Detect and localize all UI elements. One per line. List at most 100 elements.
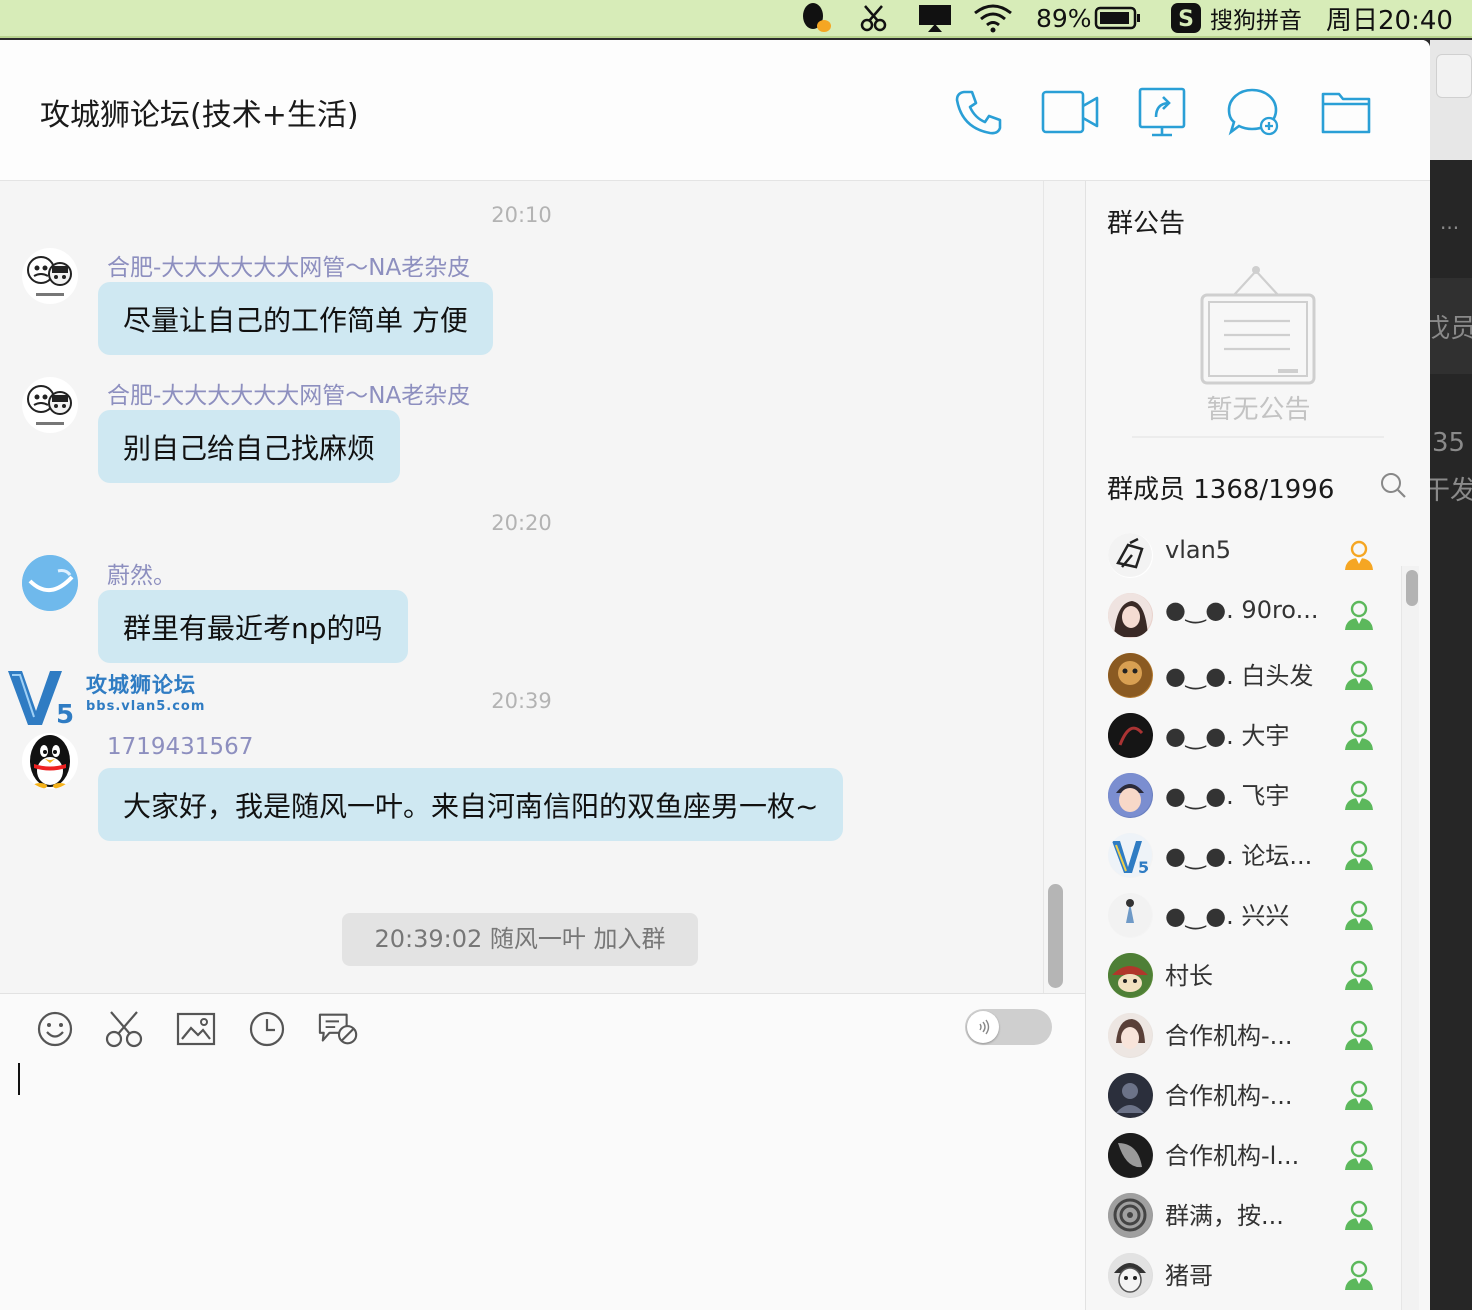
member-item[interactable]: ●‿●. 飞宇 — [1086, 766, 1430, 826]
member-item[interactable]: ●‿●. 90ro... — [1086, 586, 1430, 646]
qq-default-avatar[interactable] — [22, 733, 78, 789]
member-avatar[interactable] — [1108, 1253, 1153, 1298]
member-item[interactable]: 合作机构-l... — [1086, 1126, 1430, 1186]
background-window-titlebar — [1430, 40, 1472, 160]
ime-label[interactable]: 搜狗拼音 — [1210, 0, 1302, 36]
members-title: 群成员 1368/1996 — [1107, 475, 1335, 505]
group-files-button[interactable] — [1316, 86, 1376, 138]
member-avatar[interactable] — [1108, 593, 1153, 638]
phone-call-button[interactable] — [948, 86, 1008, 138]
member-icon — [1342, 958, 1376, 992]
qq-penguin-icon[interactable] — [798, 0, 832, 36]
member-avatar[interactable] — [1108, 1013, 1153, 1058]
member-item[interactable]: vlan5 — [1086, 526, 1430, 586]
message-bubble[interactable]: 别自己给自己找麻烦 — [98, 410, 401, 483]
message-bubble[interactable]: 大家好，我是随风一叶。来自河南信阳的双鱼座男一枚~ — [98, 768, 844, 841]
member-item[interactable]: 猪哥 — [1086, 1246, 1430, 1306]
video-call-button[interactable] — [1040, 86, 1100, 138]
message-block-icon — [318, 1013, 358, 1045]
member-name: 合作机构-l... — [1165, 1142, 1300, 1170]
message-scrollbar-thumb[interactable] — [1048, 884, 1063, 988]
notice-board-icon — [1200, 265, 1316, 385]
member-avatar[interactable] — [1108, 713, 1153, 758]
menubar-clock[interactable]: 周日20:40 — [1326, 0, 1453, 36]
background-window: ... 戊员 35 干发 — [1424, 40, 1472, 1310]
history-button[interactable] — [246, 1008, 288, 1050]
member-name: vlan5 — [1165, 536, 1232, 564]
message-bubble[interactable]: 群里有最近考np的吗 — [98, 590, 408, 663]
member-avatar[interactable] — [1108, 1073, 1153, 1118]
sender-name[interactable]: 合肥-大大大大大大网管～NA老杂皮 — [107, 248, 470, 282]
menu-bar: 89% S 搜狗拼音 周日20:40 — [0, 0, 1472, 38]
member-name: 合作机构-... — [1165, 1082, 1293, 1110]
member-item[interactable]: ●‿●. 白头发 — [1086, 646, 1430, 706]
member-search-button[interactable] — [1379, 471, 1407, 499]
timestamp: 20:20 — [491, 511, 552, 535]
member-item[interactable]: 群满，按... — [1086, 1186, 1430, 1246]
member-icon — [1342, 1138, 1376, 1172]
no-notice-text: 暂无公告 — [1206, 395, 1311, 425]
sender-name[interactable]: 1719431567 — [107, 734, 253, 760]
message-list[interactable]: 20:10 合肥-大大大大大大网管～NA老杂皮 尽量让自己的工作简单 方便 合肥… — [0, 181, 1043, 993]
emoji-button[interactable] — [34, 1008, 76, 1050]
member-icon — [1342, 1018, 1376, 1052]
chat-header: 攻城狮论坛(技术+生活) — [0, 40, 1430, 181]
member-item[interactable]: 合作机构-... — [1086, 1066, 1430, 1126]
notice-title: 群公告 — [1107, 209, 1186, 239]
chat-plus-icon — [1227, 88, 1279, 136]
background-window-text: ... — [1440, 210, 1460, 234]
member-avatar[interactable] — [1108, 653, 1153, 698]
member-item[interactable]: 合作机构-... — [1086, 1006, 1430, 1066]
screenshot-button[interactable] — [103, 1008, 145, 1050]
group-side-panel: 群公告 暂无公告 群成员 1368/1996 vlan5 ●‿●. 90ro..… — [1085, 181, 1430, 1310]
member-name: ●‿●. 90ro... — [1165, 596, 1319, 624]
video-icon — [1041, 90, 1099, 134]
member-list-scrollbar[interactable] — [1401, 566, 1419, 1310]
image-icon — [176, 1012, 216, 1046]
member-avatar[interactable]: 5 — [1108, 833, 1153, 878]
voice-toggle-knob[interactable] — [967, 1011, 999, 1043]
member-icon — [1342, 1258, 1376, 1292]
avatar[interactable] — [22, 377, 78, 433]
member-avatar[interactable] — [1108, 953, 1153, 998]
sender-name[interactable]: 合肥-大大大大大大网管～NA老杂皮 — [107, 376, 470, 410]
member-list-scrollbar-thumb[interactable] — [1406, 570, 1418, 606]
block-messages-button[interactable] — [318, 1008, 360, 1050]
member-avatar[interactable] — [1108, 1193, 1153, 1238]
background-window-button[interactable] — [1436, 54, 1472, 98]
scissors-icon[interactable] — [858, 0, 890, 36]
airplay-icon[interactable] — [916, 0, 954, 36]
start-discussion-button[interactable] — [1224, 86, 1284, 138]
battery-icon[interactable] — [1094, 0, 1142, 36]
wifi-icon[interactable] — [972, 0, 1014, 36]
screen-share-icon — [1138, 87, 1186, 137]
avatar[interactable] — [22, 555, 78, 611]
text-input-caret[interactable] — [18, 1063, 20, 1095]
background-window-text: 戊员 — [1424, 314, 1472, 344]
member-item[interactable]: 5 ●‿●. 论坛... — [1086, 826, 1430, 886]
svg-text:S: S — [1178, 7, 1194, 32]
screen-share-button[interactable] — [1132, 86, 1192, 138]
member-icon — [1342, 598, 1376, 632]
timestamp: 20:10 — [491, 203, 552, 227]
member-avatar[interactable] — [1108, 533, 1153, 578]
member-name: ●‿●. 大宇 — [1165, 722, 1290, 750]
member-avatar[interactable] — [1108, 893, 1153, 938]
avatar[interactable] — [22, 248, 78, 304]
member-item[interactable]: ●‿●. 大宇 — [1086, 706, 1430, 766]
owner-icon — [1342, 538, 1376, 572]
image-button[interactable] — [175, 1008, 217, 1050]
member-avatar[interactable] — [1108, 1133, 1153, 1178]
voice-toggle[interactable] — [965, 1009, 1052, 1045]
member-avatar[interactable] — [1108, 773, 1153, 818]
member-item[interactable]: ●‿●. 兴兴 — [1086, 886, 1430, 946]
member-icon — [1342, 838, 1376, 872]
message-scrollbar[interactable] — [1043, 181, 1085, 993]
sender-name[interactable]: 蔚然。 — [107, 556, 176, 590]
message-bubble[interactable]: 尽量让自己的工作简单 方便 — [98, 282, 493, 355]
sogou-ime-icon[interactable]: S — [1170, 0, 1202, 36]
member-icon — [1342, 658, 1376, 692]
scissors-icon — [105, 1011, 143, 1048]
member-item[interactable]: 村长 — [1086, 946, 1430, 1006]
clock-icon — [249, 1011, 285, 1047]
